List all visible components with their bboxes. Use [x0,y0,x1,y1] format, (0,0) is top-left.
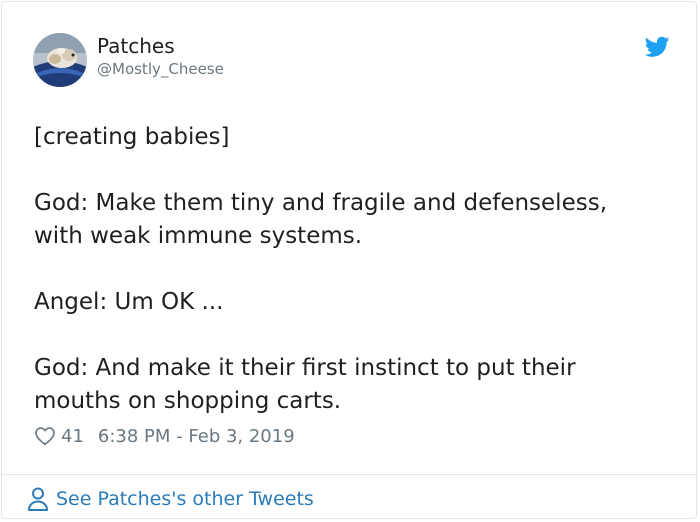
twitter-bird-icon[interactable] [645,36,670,58]
tweet-line: with weak immune systems. [34,223,363,249]
person-icon [28,487,48,511]
author-handle[interactable]: @Mostly_Cheese [97,59,224,79]
avatar-photo [33,33,87,87]
divider [2,474,696,475]
author-name[interactable]: Patches [97,33,175,59]
avatar[interactable] [33,33,87,87]
tweet-meta: 41 6:38 PM - Feb 3, 2019 [34,423,295,449]
tweet-card: Patches @Mostly_Cheese [creating babies]… [1,1,697,519]
see-other-tweets-label[interactable]: See Patches's other Tweets [56,488,314,510]
heart-icon[interactable] [34,425,56,447]
tweet-line: Angel: Um OK ... [34,289,224,315]
tweet-line: [creating babies] [34,124,230,150]
tweet-line: God: Make them tiny and fragile and defe… [34,190,608,216]
tweet-timestamp[interactable]: 6:38 PM - Feb 3, 2019 [98,426,295,447]
tweet-line: mouths on shopping carts. [34,388,342,414]
see-other-tweets-link[interactable]: See Patches's other Tweets [27,484,314,514]
tweet-text: [creating babies] God: Make them tiny an… [34,121,674,418]
tweet-line: God: And make it their first instinct to… [34,355,576,381]
like-count[interactable]: 41 [61,426,84,447]
